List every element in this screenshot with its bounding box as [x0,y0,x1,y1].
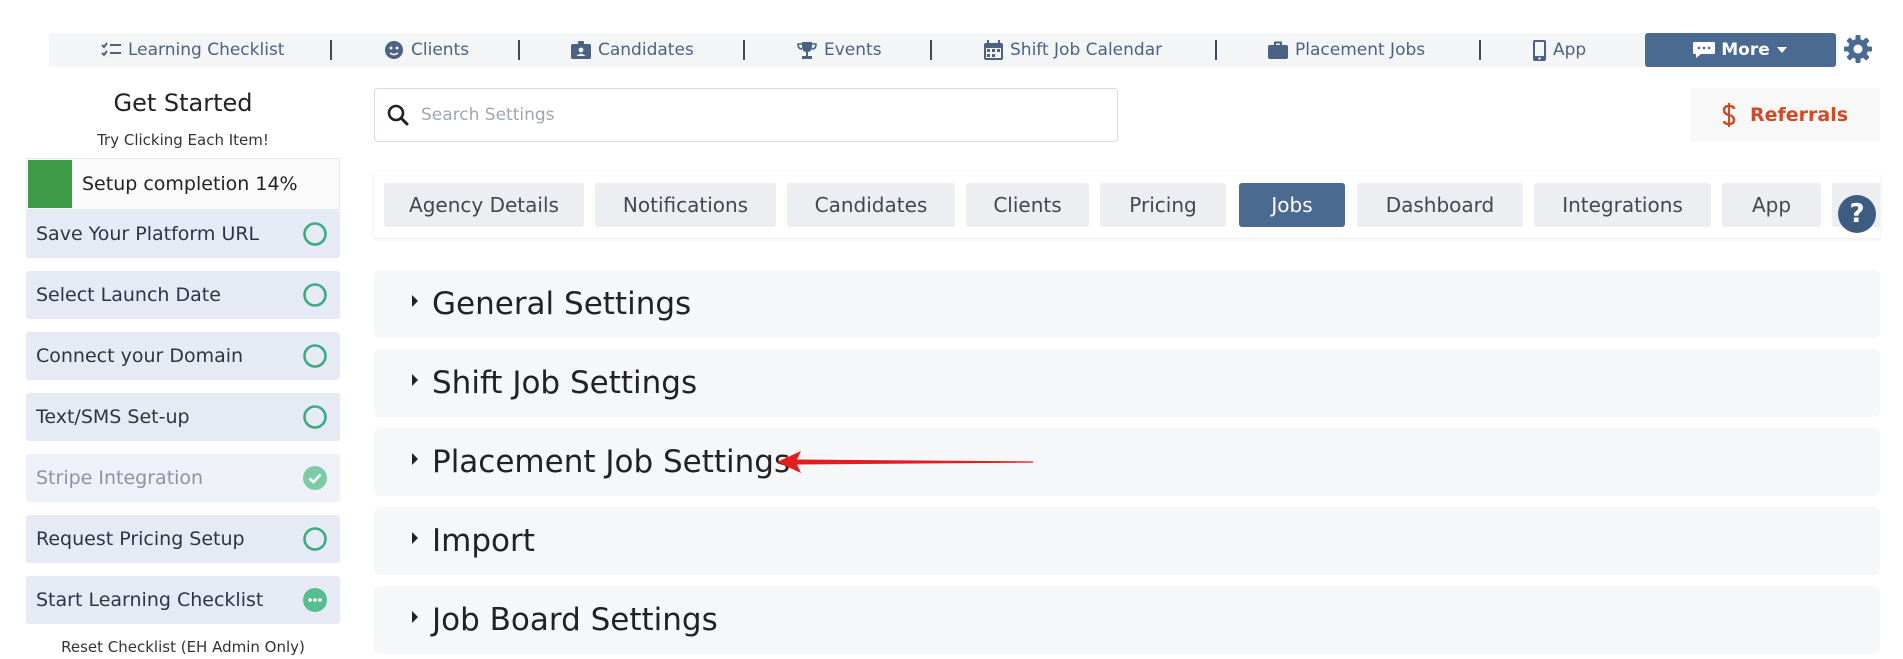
caret-right-icon [412,532,418,544]
id-badge-icon [571,41,591,59]
setup-sidebar: Get Started Try Clicking Each Item! Setu… [26,86,340,657]
section-placement-job-settings[interactable]: Placement Job Settings [374,428,1880,496]
search-icon [387,104,409,126]
nav-shift-job-calendar[interactable]: Shift Job Calendar [984,33,1162,67]
checklist-item-label: Connect your Domain [36,345,244,367]
tab-integrations[interactable]: Integrations [1534,183,1711,227]
more-menu-button[interactable]: More [1645,33,1836,67]
check-circle-icon [303,466,327,490]
nav-divider [930,40,932,60]
nav-clients-label: Clients [411,40,470,60]
tab-dashboard[interactable]: Dashboard [1357,183,1523,227]
dollar-icon [1722,103,1736,127]
checklist-item-pricing[interactable]: Request Pricing Setup [26,515,340,563]
circle-outline-icon [303,344,327,368]
tab-jobs[interactable]: Jobs [1239,183,1345,227]
section-title: Import [432,523,535,559]
nav-shift-job-calendar-label: Shift Job Calendar [1010,40,1163,60]
circle-outline-icon [303,527,327,551]
checklist-item-domain[interactable]: Connect your Domain [26,332,340,380]
nav-candidates[interactable]: Candidates [571,33,694,67]
referrals-label: Referrals [1749,104,1849,126]
ellipsis-circle-icon [303,588,327,612]
checklist-item-learning[interactable]: Start Learning Checklist [26,576,340,624]
nav-divider [1479,40,1481,60]
checklist-item-sms[interactable]: Text/SMS Set-up [26,393,340,441]
trophy-icon [797,41,817,59]
top-navigation: Learning Checklist Clients Candidates Ev… [49,33,1839,67]
sidebar-subtitle: Try Clicking Each Item! [97,131,269,149]
face-icon [385,41,403,59]
checklist-item-label: Start Learning Checklist [36,589,264,611]
circle-outline-icon [303,222,327,246]
nav-divider [330,40,332,60]
section-general-settings[interactable]: General Settings [374,270,1880,338]
section-title: Placement Job Settings [432,444,791,480]
setup-progress: Setup completion 14% [26,158,340,210]
nav-candidates-label: Candidates [598,40,694,60]
nav-app[interactable]: App [1533,33,1586,67]
checklist-item-platform-url[interactable]: Save Your Platform URL [26,210,340,258]
help-button[interactable]: ? [1838,195,1876,233]
checklist-item-label: Stripe Integration [36,467,204,489]
nav-divider [1215,40,1217,60]
tab-candidates[interactable]: Candidates [787,183,955,227]
section-title: General Settings [432,286,692,322]
nav-learning-checklist-label: Learning Checklist [128,40,285,60]
checklist-item-label: Text/SMS Set-up [36,406,190,428]
section-title: Job Board Settings [432,602,718,638]
tab-agency-details[interactable]: Agency Details [384,183,584,227]
tab-pricing[interactable]: Pricing [1100,183,1226,227]
checklist-item-stripe[interactable]: Stripe Integration [26,454,340,502]
nav-placement-jobs[interactable]: Placement Jobs [1268,33,1425,67]
checklist-item-label: Select Launch Date [36,284,221,306]
circle-outline-icon [303,283,327,307]
nav-divider [743,40,745,60]
nav-events[interactable]: Events [797,33,882,67]
reset-checklist-link[interactable]: Reset Checklist (EH Admin Only) [26,637,340,657]
checklist-item-launch-date[interactable]: Select Launch Date [26,271,340,319]
settings-tabs: Agency Details Notifications Candidates … [374,172,1880,238]
gear-icon[interactable] [1843,34,1873,64]
caret-right-icon [412,453,418,465]
settings-search [374,88,1118,142]
checklist-item-label: Request Pricing Setup [36,528,245,550]
search-input[interactable] [421,105,1081,125]
circle-outline-icon [303,405,327,429]
checklist-icon [101,42,121,57]
section-job-board-settings[interactable]: Job Board Settings [374,586,1880,654]
referrals-button[interactable]: Referrals [1690,88,1880,142]
sidebar-title: Get Started [113,89,253,117]
nav-placement-jobs-label: Placement Jobs [1295,40,1426,60]
nav-events-label: Events [824,40,882,60]
setup-progress-label: Setup completion 14% [82,173,298,195]
caret-right-icon [412,374,418,386]
more-menu-label: More [1721,40,1770,60]
setup-progress-fill [28,160,72,208]
section-shift-job-settings[interactable]: Shift Job Settings [374,349,1880,417]
caret-right-icon [412,295,418,307]
tags-icon [1693,42,1716,58]
nav-clients[interactable]: Clients [384,33,469,67]
briefcase-icon [1268,41,1288,59]
tab-notifications[interactable]: Notifications [595,183,776,227]
caret-right-icon [412,611,418,623]
nav-learning-checklist[interactable]: Learning Checklist [101,33,284,67]
calendar-icon [984,40,1003,60]
tab-app[interactable]: App [1722,183,1821,227]
tab-clients[interactable]: Clients [966,183,1089,227]
mobile-icon [1533,39,1546,61]
nav-divider [518,40,520,60]
annotation-arrow-icon [777,451,1033,473]
nav-app-label: App [1553,40,1587,60]
checklist-item-label: Save Your Platform URL [36,223,260,245]
section-title: Shift Job Settings [432,365,698,401]
caret-down-icon [1776,47,1787,53]
section-import[interactable]: Import [374,507,1880,575]
